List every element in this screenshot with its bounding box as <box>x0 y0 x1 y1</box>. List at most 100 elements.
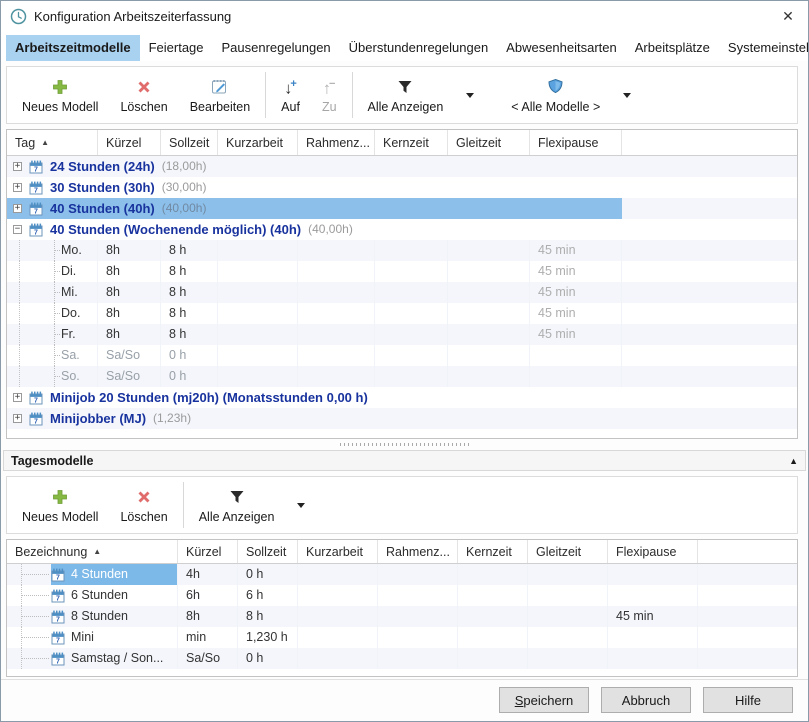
model-row[interactable]: +740 Stunden (40h)(40,00h) <box>7 198 797 219</box>
tagesmodelle-section-header[interactable]: Tagesmodelle ▲ <box>3 450 806 471</box>
row-filler <box>622 324 797 345</box>
collapse-section-icon[interactable]: ▲ <box>789 456 798 466</box>
day-row[interactable]: So.Sa/So0 h <box>7 366 797 387</box>
column-header-tag[interactable]: Tag▲ <box>7 130 98 155</box>
row-filler <box>622 156 797 177</box>
cell-sollzeit: 8 h <box>161 261 218 282</box>
expand-box-icon[interactable]: + <box>13 204 22 213</box>
delete-day-model-button[interactable]: Löschen <box>109 479 178 531</box>
cell-rahmenzeit <box>298 303 375 324</box>
cell-kernzeit <box>458 564 528 585</box>
column-header-sollzeit[interactable]: Sollzeit <box>161 130 218 155</box>
cell-sollzeit: 0 h <box>161 345 218 366</box>
tab-pausenregelungen[interactable]: Pausenregelungen <box>213 35 340 61</box>
cancel-button[interactable]: Abbruch <box>601 687 691 713</box>
tab-abwesenheitsarten[interactable]: Abwesenheitsarten <box>497 35 626 61</box>
tab-feiertage[interactable]: Feiertage <box>140 35 213 61</box>
column-header-gleitzeit[interactable]: Gleitzeit <box>528 540 608 563</box>
column-header-kurzarbeit[interactable]: Kurzarbeit <box>298 540 378 563</box>
expand-box-icon[interactable]: + <box>13 183 22 192</box>
expand-box-icon[interactable]: + <box>13 393 22 402</box>
tab-arbeitsplaetze[interactable]: Arbeitsplätze <box>626 35 719 61</box>
day-filter-dropdown-arrow-icon[interactable] <box>297 503 305 508</box>
day-row[interactable]: Mi.8h8 h45 min <box>7 282 797 303</box>
day-row[interactable]: Sa.Sa/So0 h <box>7 345 797 366</box>
row-main: Di.8h8 h45 min <box>7 261 622 282</box>
cell-gleitzeit <box>448 324 530 345</box>
column-header-gleitzeit[interactable]: Gleitzeit <box>448 130 530 155</box>
model-row[interactable]: +730 Stunden (30h)(30,00h) <box>7 177 797 198</box>
column-header-filler <box>698 540 797 563</box>
model-row[interactable]: +7Minijobber (MJ)(1,23h) <box>7 408 797 429</box>
day-row[interactable]: Mo.8h8 h45 min <box>7 240 797 261</box>
column-header-rahmenz[interactable]: Rahmenz... <box>378 540 458 563</box>
day-filter-button[interactable]: Alle Anzeigen <box>188 479 286 531</box>
splitter[interactable] <box>1 439 808 449</box>
column-header-label: Sollzeit <box>246 545 286 559</box>
filter-button[interactable]: Alle Anzeigen <box>357 69 455 121</box>
expand-box-icon[interactable]: + <box>13 414 22 423</box>
new-model-button[interactable]: Neues Modell <box>11 69 109 121</box>
tagesmodelle-table-body: 74 Stunden4h0 h76 Stunden6h6 h78 Stunden… <box>7 564 797 676</box>
row-main: +740 Stunden (40h)(40,00h) <box>7 198 622 219</box>
accesskey-letter: S <box>515 693 524 708</box>
model-scope-dropdown-arrow-icon[interactable] <box>623 93 631 98</box>
splitter-handle-icon[interactable] <box>340 443 470 446</box>
column-header-label: Kürzel <box>186 545 221 559</box>
column-header-rahmenz[interactable]: Rahmenz... <box>298 130 375 155</box>
row-main: 76 Stunden6h6 h <box>7 585 698 606</box>
table-row[interactable]: 7Samstag / Son...Sa/So0 h <box>7 648 797 669</box>
table-row[interactable]: 7Minimin1,230 h <box>7 627 797 648</box>
model-scope-button[interactable]: < Alle Modelle > <box>500 69 611 121</box>
model-hours: (40,00h) <box>308 219 353 240</box>
row-filler <box>698 585 797 606</box>
tab-arbeitszeitmodelle[interactable]: Arbeitszeitmodelle <box>6 35 140 61</box>
collapse-box-icon[interactable]: − <box>13 225 22 234</box>
column-header-label: Gleitzeit <box>536 545 581 559</box>
tab-systemeinstellungen[interactable]: Systemeinstellungen <box>719 35 809 61</box>
column-header-flexipause[interactable]: Flexipause <box>530 130 622 155</box>
day-row[interactable]: Di.8h8 h45 min <box>7 261 797 282</box>
tab-ueberstundenregelungen[interactable]: Überstundenregelungen <box>340 35 498 61</box>
save-button[interactable]: Speichern <box>499 687 589 713</box>
tree-guide-line <box>21 637 49 638</box>
cell-rahmenzeit <box>298 345 375 366</box>
filter-dropdown-arrow-icon[interactable] <box>466 93 474 98</box>
cell-gleitzeit <box>528 606 608 627</box>
column-header-bezeichnung[interactable]: Bezeichnung▲ <box>7 540 178 563</box>
column-header-flexipause[interactable]: Flexipause <box>608 540 698 563</box>
column-header-sollzeit[interactable]: Sollzeit <box>238 540 298 563</box>
row-filler <box>622 198 797 219</box>
svg-text:7: 7 <box>34 397 38 404</box>
model-row[interactable]: +7Minijob 20 Stunden (mj20h) (Monatsstun… <box>7 387 797 408</box>
column-header-kurzarbeit[interactable]: Kurzarbeit <box>218 130 298 155</box>
day-row[interactable]: Do.8h8 h45 min <box>7 303 797 324</box>
model-hours: (30,00h) <box>162 177 207 198</box>
delete-model-button[interactable]: Löschen <box>109 69 178 121</box>
cell-tag: Fr. <box>7 324 98 345</box>
expand-box-icon[interactable]: + <box>13 162 22 171</box>
column-header-kuerzel[interactable]: Kürzel <box>178 540 238 563</box>
day-filter-label: Alle Anzeigen <box>199 510 275 524</box>
cell-kernzeit <box>375 303 448 324</box>
new-day-model-button[interactable]: Neues Modell <box>11 479 109 531</box>
table-row[interactable]: 76 Stunden6h6 h <box>7 585 797 606</box>
column-header-kernzeit[interactable]: Kernzeit <box>458 540 528 563</box>
cell-kuerzel: 8h <box>98 261 161 282</box>
column-header-kernzeit[interactable]: Kernzeit <box>375 130 448 155</box>
model-row[interactable]: +724 Stunden (24h)(18,00h) <box>7 156 797 177</box>
day-row[interactable]: Fr.8h8 h45 min <box>7 324 797 345</box>
cell-kuerzel: min <box>178 627 238 648</box>
help-button[interactable]: Hilfe <box>703 687 793 713</box>
row-filler <box>622 282 797 303</box>
cell-kernzeit <box>375 282 448 303</box>
table-row[interactable]: 74 Stunden4h0 h <box>7 564 797 585</box>
column-header-kuerzel[interactable]: Kürzel <box>98 130 161 155</box>
new-model-label: Neues Modell <box>22 100 98 114</box>
close-icon[interactable]: ✕ <box>777 5 799 27</box>
open-all-button[interactable]: ↓+ Auf <box>270 69 311 121</box>
window-title: Konfiguration Arbeitszeiterfassung <box>34 9 231 24</box>
table-row[interactable]: 78 Stunden8h8 h45 min <box>7 606 797 627</box>
model-row[interactable]: −740 Stunden (Wochenende möglich) (40h)(… <box>7 219 797 240</box>
edit-model-button[interactable]: Bearbeiten <box>179 69 261 121</box>
